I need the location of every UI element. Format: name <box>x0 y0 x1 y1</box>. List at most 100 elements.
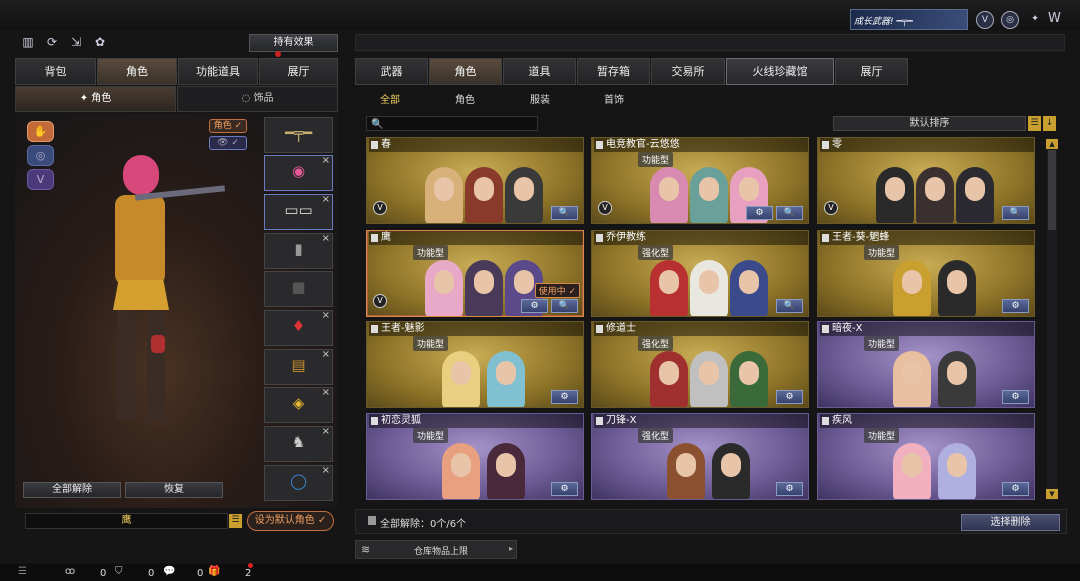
sort-direction-icon[interactable]: ↓ <box>1043 116 1056 131</box>
menu-icon[interactable]: ☰ <box>229 514 242 528</box>
settings-button[interactable]: ⚙ <box>551 390 578 404</box>
card-name: 春 <box>369 138 583 152</box>
left-tab-character[interactable]: 角色 <box>97 58 177 85</box>
card-portraits <box>642 245 772 316</box>
scroll-down-icon[interactable]: ▼ <box>1046 489 1058 499</box>
subtab-character-label: 角色 <box>91 93 112 104</box>
slot-radio[interactable]: × ▮ <box>264 233 333 269</box>
character-card[interactable]: 鹰功能型 V 🔍 ⚙ 使用中 ✓ <box>366 230 584 317</box>
preview-button[interactable]: 🔍 <box>551 299 578 313</box>
settings-button[interactable]: ⚙ <box>1002 390 1029 404</box>
list-icon[interactable]: ☰ <box>1028 116 1041 131</box>
mask-icon[interactable]: ◎ <box>27 145 54 166</box>
main-tab-collection[interactable]: 火线珍藏馆 <box>726 58 834 85</box>
release-all-button[interactable]: 全部解除 <box>23 482 121 498</box>
portrait <box>465 167 503 223</box>
slot-goggles[interactable]: × ▭▭ <box>264 194 333 230</box>
character-model <box>85 150 226 450</box>
gift-box-icon[interactable]: 🎁 <box>208 566 220 577</box>
main-tab-exchange[interactable]: 交易所 <box>651 58 725 85</box>
settings-button[interactable]: ⚙ <box>521 299 548 313</box>
portrait <box>893 260 931 316</box>
character-visible-toggle[interactable]: 角色 ✓ <box>209 119 247 133</box>
warehouse-limit-bar[interactable]: ≋ 仓库物品上限 ▸ <box>355 540 517 559</box>
left-tab-function-items[interactable]: 功能道具 <box>178 58 258 85</box>
globe-icon[interactable]: ◎ <box>1001 11 1019 29</box>
v-badge-icon: V <box>824 201 838 215</box>
holding-effect-button[interactable]: 持有效果 <box>249 34 338 52</box>
main-tab-showroom[interactable]: 展厅 <box>835 58 908 85</box>
binoculars-icon[interactable]: ꝏ <box>65 566 75 577</box>
portrait <box>938 260 976 316</box>
filter-all[interactable]: 全部 <box>380 91 400 106</box>
card-portraits <box>868 152 998 223</box>
growth-weapon-banner[interactable]: 成长武器! ━╤━ <box>850 9 968 30</box>
slot-empty[interactable]: ■ <box>264 271 333 307</box>
character-card[interactable]: 春 V 🔍 <box>366 137 584 224</box>
character-card[interactable]: 王者-魅影 功能型 ⚙ <box>366 321 584 408</box>
sort-dropdown[interactable]: 默认排序 <box>833 116 1026 131</box>
character-card[interactable]: 修道士 强化型 ⚙ <box>591 321 809 408</box>
main-tab-items[interactable]: 道具 <box>503 58 576 85</box>
settings-button[interactable]: ⚙ <box>551 482 578 496</box>
character-name-field[interactable]: 鹰 <box>25 513 228 529</box>
refresh-icon[interactable]: ⟳ <box>43 35 61 53</box>
character-card[interactable]: 零 V 🔍 <box>817 137 1035 224</box>
filter-jewelry[interactable]: 首饰 <box>604 91 624 106</box>
lock-icon <box>368 516 376 525</box>
main-tab-weapons[interactable]: 武器 <box>355 58 428 85</box>
chat-icon[interactable]: 💬 <box>163 566 175 577</box>
restore-button[interactable]: 恢复 <box>125 482 223 498</box>
left-tab-showroom[interactable]: 展厅 <box>259 58 338 85</box>
left-tab-bag[interactable]: 背包 <box>15 58 96 85</box>
scroll-up-icon[interactable]: ▲ <box>1046 139 1058 149</box>
wings-icon[interactable]: ✦ <box>1026 11 1044 29</box>
filter-character[interactable]: 角色 <box>455 91 475 106</box>
filter-outfit[interactable]: 服装 <box>530 91 550 106</box>
character-card[interactable]: 疾风 功能型 ⚙ <box>817 413 1035 500</box>
hand-icon[interactable]: ✋ <box>27 121 54 142</box>
arrows-icon[interactable]: ⇲ <box>67 35 85 53</box>
eye-toggle[interactable]: 👁 ✓ <box>209 136 247 150</box>
select-delete-button[interactable]: 选择删除 <box>961 514 1060 531</box>
subtab-character[interactable]: ✦ 角色 <box>15 86 176 112</box>
main-tab-character[interactable]: 角色 <box>429 58 502 85</box>
character-card[interactable]: 王者-葵-魍蜂 功能型 ⚙ <box>817 230 1035 317</box>
settings-button[interactable]: ⚙ <box>776 390 803 404</box>
slot-ring[interactable]: × ◈ <box>264 387 333 423</box>
shield-v-icon[interactable]: V <box>976 11 994 29</box>
preview-button[interactable]: 🔍 <box>1002 206 1029 220</box>
w-logo-icon[interactable]: W <box>1048 11 1061 26</box>
portrait <box>893 351 931 407</box>
search-input[interactable]: 🔍 <box>366 116 538 131</box>
scrollbar[interactable] <box>1047 140 1057 500</box>
slot-weapon[interactable]: ━╤━ <box>264 117 333 153</box>
gift-icon[interactable]: ✿ <box>91 35 109 53</box>
slot-bracelet[interactable]: × ◯ <box>264 465 333 501</box>
slot-helmet[interactable]: × ◉ <box>264 155 333 191</box>
wing-icon[interactable]: V <box>27 169 54 190</box>
settings-button[interactable]: ⚙ <box>1002 482 1029 496</box>
v-badge-icon: V <box>598 201 612 215</box>
subtab-accessory[interactable]: ◌ 饰品 <box>177 86 338 112</box>
main-tab-storage[interactable]: 暂存箱 <box>577 58 650 85</box>
store-icon[interactable]: ▥ <box>19 35 37 53</box>
settings-button[interactable]: ⚙ <box>1002 299 1029 313</box>
slot-emblem[interactable]: × ♞ <box>264 426 333 462</box>
settings-button[interactable]: ⚙ <box>776 482 803 496</box>
settings-button[interactable]: ⚙ <box>746 206 773 220</box>
preview-button[interactable]: 🔍 <box>551 206 578 220</box>
character-card[interactable]: 乔伊教练 强化型 🔍 <box>591 230 809 317</box>
character-card[interactable]: 电竞教官-云悠悠 功能型 V 🔍 ⚙ <box>591 137 809 224</box>
shield-icon[interactable]: ⛉ <box>115 566 123 577</box>
preview-button[interactable]: 🔍 <box>776 299 803 313</box>
menu-lines-icon[interactable]: ☰ <box>18 566 27 577</box>
character-card[interactable]: 暗夜-X 功能型 ⚙ <box>817 321 1035 408</box>
preview-button[interactable]: 🔍 <box>776 206 803 220</box>
set-default-character-button[interactable]: 设为默认角色 ✓ <box>247 511 334 531</box>
character-card[interactable]: 初恋灵狐 功能型 ⚙ <box>366 413 584 500</box>
slot-ammo[interactable]: × ▤ <box>264 349 333 385</box>
slot-pendant[interactable]: × ♦ <box>264 310 333 346</box>
scrollbar-thumb[interactable] <box>1048 150 1056 230</box>
character-card[interactable]: 刀锋-X 强化型 ⚙ <box>591 413 809 500</box>
